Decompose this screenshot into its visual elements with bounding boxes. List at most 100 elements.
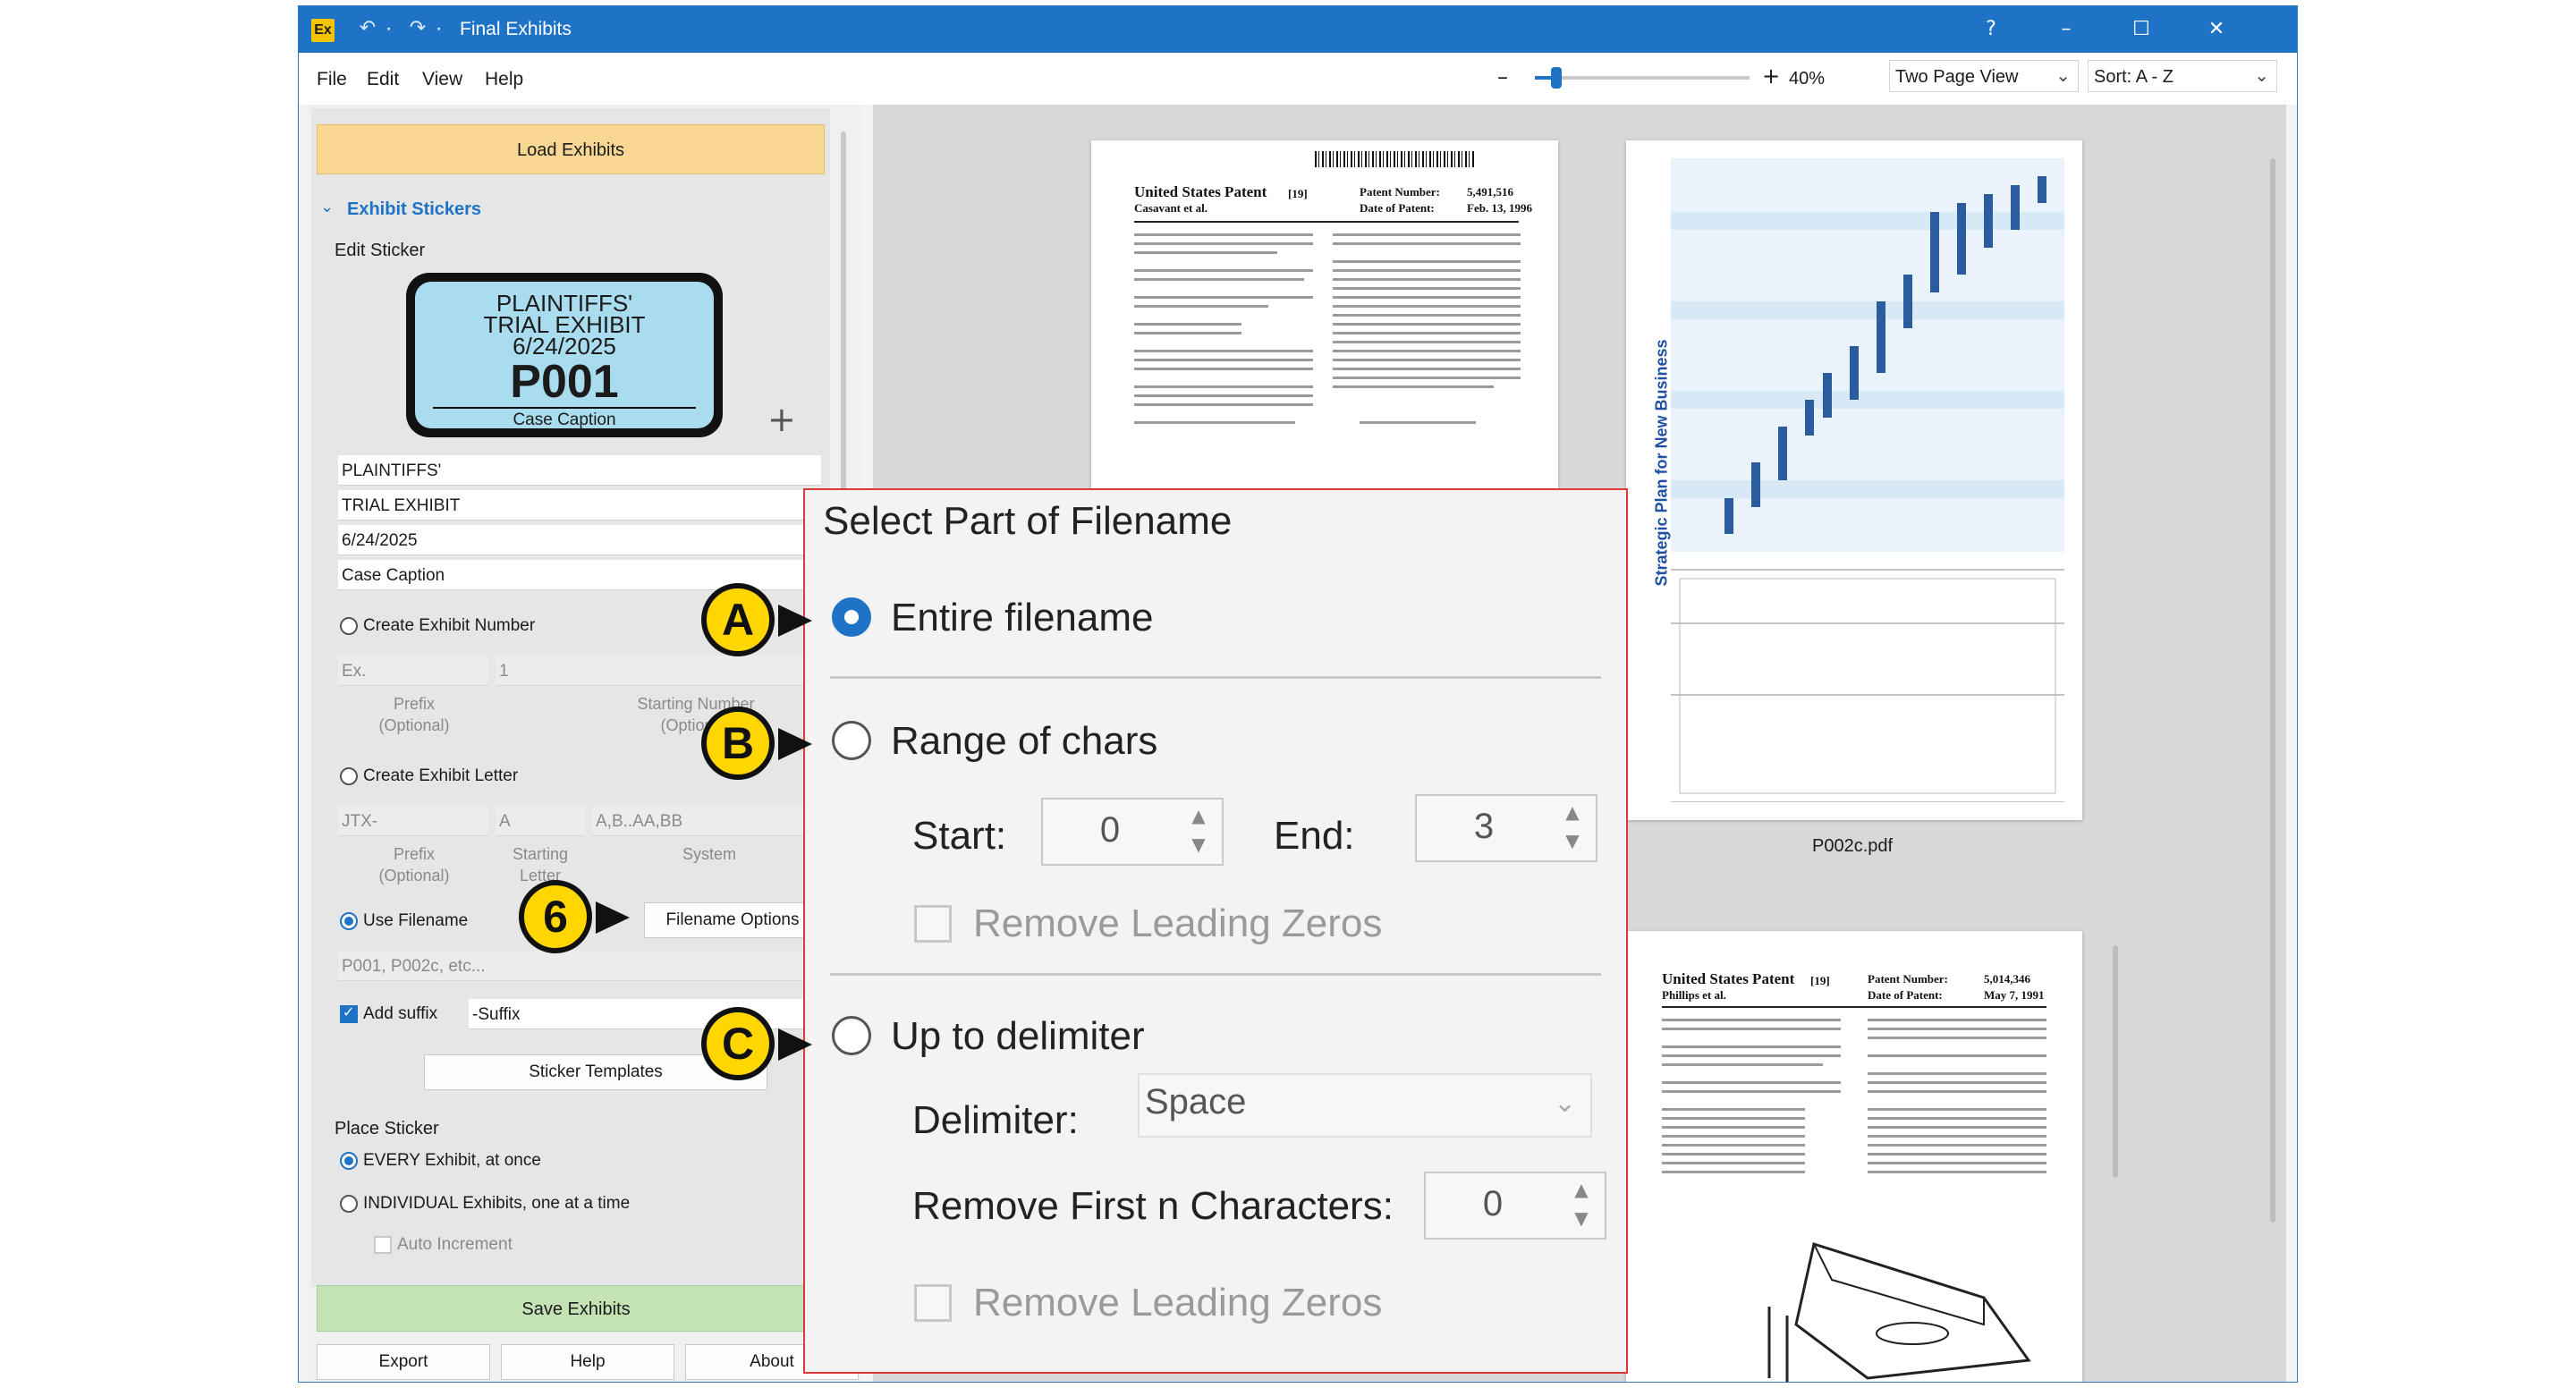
- spin-down-icon[interactable]: ▼: [1186, 834, 1211, 855]
- radio-icon[interactable]: [340, 616, 358, 635]
- filename-options-dialog: Select Part of Filename Entire filename …: [803, 488, 1628, 1374]
- chart-bar: [1778, 427, 1787, 480]
- chart-bar: [1751, 462, 1760, 507]
- add-line-button[interactable]: +: [767, 400, 796, 439]
- up-to-delimiter-radio[interactable]: [832, 1016, 871, 1055]
- zoom-slider-thumb[interactable]: [1551, 67, 1562, 89]
- chart-band: [1671, 212, 2064, 230]
- save-exhibits-button[interactable]: Save Exhibits: [317, 1285, 835, 1332]
- viewer-scrollbar[interactable]: [2270, 158, 2275, 1223]
- menu-view[interactable]: View: [422, 69, 462, 90]
- number-prefix-field[interactable]: Ex.: [338, 656, 488, 686]
- task-table: [1679, 578, 2056, 794]
- every-exhibit-label: EVERY Exhibit, at once: [363, 1151, 541, 1170]
- exhibit-page-3[interactable]: United States Patent [19] Phillips et al…: [1626, 931, 2082, 1382]
- entire-filename-label[interactable]: Entire filename: [891, 596, 1153, 640]
- rule: [1134, 221, 1519, 223]
- range-of-chars-label[interactable]: Range of chars: [891, 719, 1157, 764]
- sticker-line-2-field[interactable]: TRIAL EXHIBIT: [338, 490, 821, 520]
- text-line: [1662, 1028, 1841, 1030]
- radio-selected-icon[interactable]: [340, 1151, 358, 1170]
- radio-icon[interactable]: [340, 766, 358, 785]
- text-line: [1134, 403, 1313, 406]
- text-line: [1868, 1144, 2046, 1147]
- close-button[interactable]: ✕: [2179, 6, 2254, 53]
- zoom-in-button[interactable]: +: [1762, 63, 1780, 89]
- every-exhibit-option[interactable]: EVERY Exhibit, at once: [340, 1151, 541, 1171]
- caption-line: (Optional): [378, 716, 450, 734]
- help-icon[interactable]: ?: [1953, 6, 2029, 53]
- spin-up-icon[interactable]: ▲: [1569, 1179, 1594, 1200]
- undo-dropdown-icon[interactable]: ·: [386, 22, 391, 37]
- radio-selected-icon[interactable]: [340, 911, 358, 930]
- radio-icon[interactable]: [340, 1194, 358, 1213]
- remove-first-spinner[interactable]: 0 ▲ ▼: [1424, 1172, 1606, 1240]
- text-line: [1662, 1171, 1805, 1173]
- starting-number-field[interactable]: 1: [496, 656, 821, 686]
- sticker-preview: PLAINTIFFS' TRIAL EXHIBIT 6/24/2025 P001…: [406, 273, 723, 437]
- patent-number-label: Patent Number:: [1360, 185, 1440, 199]
- create-exhibit-number-option[interactable]: Create Exhibit Number: [340, 616, 535, 636]
- start-value[interactable]: 0: [1043, 810, 1177, 851]
- end-spinner[interactable]: 3 ▲ ▼: [1415, 794, 1597, 862]
- menu-file[interactable]: File: [317, 69, 347, 90]
- exhibit-page-2[interactable]: Strategic Plan for New Business: [1626, 140, 2082, 820]
- letter-prefix-field[interactable]: JTX-: [338, 806, 488, 836]
- individual-exhibit-option[interactable]: INDIVIDUAL Exhibits, one at a time: [340, 1194, 630, 1214]
- filename-options-button[interactable]: Filename Options: [644, 902, 821, 938]
- minimize-button[interactable]: –: [2029, 6, 2104, 53]
- use-filename-option[interactable]: Use Filename: [340, 911, 468, 931]
- export-button[interactable]: Export: [317, 1344, 490, 1380]
- sticker-line-1-field[interactable]: PLAINTIFFS': [338, 455, 821, 486]
- menu-help[interactable]: Help: [485, 69, 523, 90]
- range-of-chars-radio[interactable]: [832, 721, 871, 760]
- exhibit-page-1[interactable]: United States Patent [19] Casavant et al…: [1091, 140, 1558, 516]
- spin-down-icon[interactable]: ▼: [1560, 830, 1585, 851]
- sticker-panel: Load Exhibits ⌄ Exhibit Stickers Edit St…: [311, 108, 830, 1287]
- zoom-out-button[interactable]: –: [1497, 64, 1508, 89]
- patent-date: May 7, 1991: [1984, 988, 2045, 1002]
- start-spinner[interactable]: 0 ▲ ▼: [1041, 798, 1224, 866]
- zoom-slider[interactable]: [1535, 67, 1750, 89]
- text-line: [1134, 305, 1268, 308]
- chevron-down-icon[interactable]: ⌄: [320, 198, 334, 216]
- load-exhibits-button[interactable]: Load Exhibits: [317, 124, 825, 174]
- letter-system-field[interactable]: A,B..AA,BB: [592, 806, 821, 836]
- redo-icon[interactable]: ↷: [404, 15, 431, 42]
- checkbox-checked-icon[interactable]: [340, 1003, 358, 1023]
- checkbox-icon[interactable]: [374, 1235, 392, 1254]
- sticker-line-3-field[interactable]: 6/24/2025: [338, 525, 821, 555]
- help-button[interactable]: Help: [501, 1344, 674, 1380]
- spin-down-icon[interactable]: ▼: [1569, 1207, 1594, 1229]
- delimiter-select[interactable]: Space ⌄: [1138, 1073, 1592, 1138]
- up-to-delimiter-label[interactable]: Up to delimiter: [891, 1014, 1145, 1059]
- spin-up-icon[interactable]: ▲: [1560, 801, 1585, 823]
- maximize-button[interactable]: ☐: [2104, 6, 2179, 53]
- text-line: [1333, 314, 1521, 317]
- patent-inventor: Casavant et al.: [1134, 201, 1208, 215]
- sort-select[interactable]: Sort: A - Z ⌄: [2088, 60, 2277, 92]
- remove-first-value[interactable]: 0: [1426, 1184, 1560, 1224]
- spin-up-icon[interactable]: ▲: [1186, 805, 1211, 826]
- text-line: [1134, 394, 1313, 397]
- redo-dropdown-icon[interactable]: ·: [436, 22, 441, 37]
- remove-leading-zeros-checkbox-b[interactable]: [914, 905, 952, 943]
- callout-c: C: [701, 1007, 775, 1080]
- drawing-detail: [1813, 1243, 1985, 1326]
- filename-pattern-field[interactable]: P001, P002c, etc...: [338, 951, 821, 981]
- starting-letter-field[interactable]: A: [496, 806, 585, 836]
- undo-icon[interactable]: ↶: [354, 15, 381, 42]
- add-suffix-option[interactable]: Add suffix: [340, 1003, 438, 1024]
- view-mode-select[interactable]: Two Page View ⌄: [1889, 60, 2079, 92]
- remove-leading-zeros-checkbox-c[interactable]: [914, 1284, 952, 1322]
- page-scrollbar[interactable]: [2113, 945, 2118, 1178]
- create-exhibit-letter-option[interactable]: Create Exhibit Letter: [340, 766, 518, 786]
- end-value[interactable]: 3: [1417, 807, 1551, 847]
- add-suffix-label: Add suffix: [363, 1004, 438, 1023]
- section-title[interactable]: Exhibit Stickers: [347, 199, 481, 220]
- entire-filename-radio[interactable]: [832, 597, 871, 637]
- drawing-outline: [1794, 1242, 2031, 1380]
- menu-edit[interactable]: Edit: [367, 69, 399, 90]
- auto-increment-option[interactable]: Auto Increment: [374, 1235, 513, 1255]
- number-prefix-caption: Prefix (Optional): [347, 693, 481, 736]
